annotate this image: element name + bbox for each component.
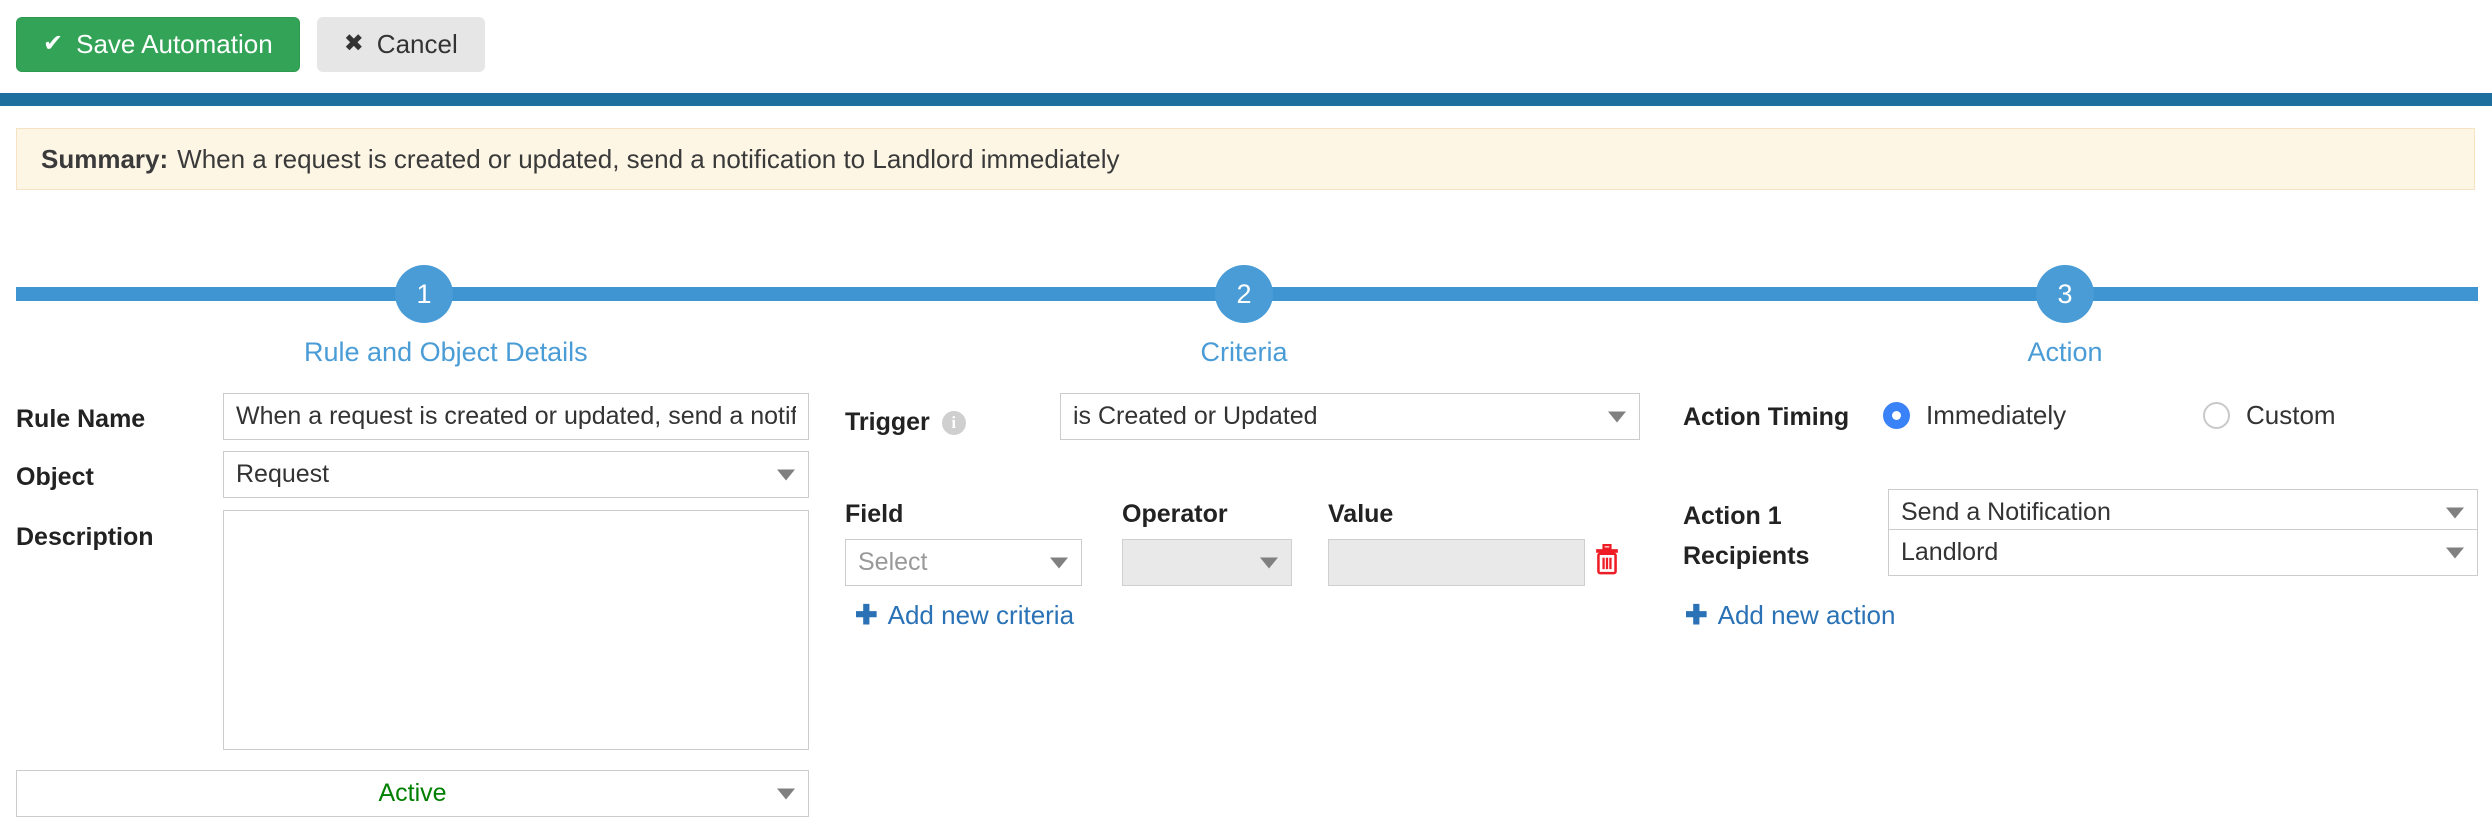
radio-immediately-label: Immediately <box>1926 400 2066 431</box>
step-2-number: 2 <box>1215 265 1273 323</box>
chevron-down-icon <box>2446 507 2464 518</box>
action-1-value: Send a Notification <box>1901 498 2465 527</box>
step-1-number: 1 <box>395 265 453 323</box>
radio-icon-selected <box>1883 402 1910 429</box>
trigger-label: Trigger i <box>845 408 966 437</box>
object-select[interactable]: Request <box>223 451 809 498</box>
save-automation-button[interactable]: ✔ Save Automation <box>16 17 300 72</box>
trash-icon[interactable] <box>1593 544 1621 576</box>
trigger-label-text: Trigger <box>845 408 930 437</box>
cancel-button[interactable]: ✖ Cancel <box>317 17 485 72</box>
object-value: Request <box>236 460 796 489</box>
step-criteria[interactable]: 2 Criteria <box>1124 255 1364 368</box>
chevron-down-icon <box>1608 411 1626 422</box>
chevron-down-icon <box>1050 557 1068 568</box>
criteria-column-field: Field <box>845 500 903 529</box>
summary-text: When a request is created or updated, se… <box>177 144 1119 175</box>
description-label: Description <box>16 523 154 552</box>
criteria-operator-select[interactable] <box>1122 539 1292 586</box>
summary-label: Summary: <box>41 144 168 175</box>
plus-icon: ✚ <box>1685 602 1708 629</box>
criteria-value-input[interactable] <box>1328 539 1585 586</box>
cancel-label: Cancel <box>377 31 458 57</box>
info-icon[interactable]: i <box>942 411 966 435</box>
action-timing-label: Action Timing <box>1683 403 1849 432</box>
check-icon: ✔ <box>43 32 63 56</box>
step-2-label: Criteria <box>1124 337 1364 368</box>
header-divider <box>0 93 2492 106</box>
add-new-action-link[interactable]: ✚ Add new action <box>1685 600 1895 631</box>
chevron-down-icon <box>1260 557 1278 568</box>
description-textarea[interactable] <box>223 510 809 750</box>
recipients-label: Recipients <box>1683 542 1809 571</box>
criteria-field-placeholder: Select <box>858 548 1069 577</box>
rule-name-input[interactable]: When a request is created or updated, se… <box>223 393 809 440</box>
object-label: Object <box>16 463 94 492</box>
save-automation-label: Save Automation <box>76 31 273 57</box>
action-1-label: Action 1 <box>1683 502 1782 531</box>
status-select[interactable]: Active <box>16 770 809 817</box>
radio-custom-label: Custom <box>2246 400 2336 431</box>
trigger-select[interactable]: is Created or Updated <box>1060 393 1640 440</box>
step-3-number: 3 <box>2036 265 2094 323</box>
radio-icon-unselected <box>2203 402 2230 429</box>
step-action[interactable]: 3 Action <box>1945 255 2185 368</box>
rule-name-label: Rule Name <box>16 405 145 434</box>
status-value: Active <box>29 779 796 808</box>
criteria-column-value: Value <box>1328 500 1393 529</box>
criteria-column-operator: Operator <box>1122 500 1228 529</box>
trigger-value: is Created or Updated <box>1073 402 1627 431</box>
stepper: 1 Rule and Object Details 2 Criteria 3 A… <box>0 255 2492 375</box>
recipients-value: Landlord <box>1901 538 2465 567</box>
add-new-action-label: Add new action <box>1718 600 1896 631</box>
radio-action-timing-immediately[interactable]: Immediately <box>1883 400 2066 431</box>
add-new-criteria-label: Add new criteria <box>888 600 1074 631</box>
add-new-criteria-link[interactable]: ✚ Add new criteria <box>855 600 1074 631</box>
chevron-down-icon <box>2446 547 2464 558</box>
chevron-down-icon <box>777 788 795 799</box>
radio-action-timing-custom[interactable]: Custom <box>2203 400 2336 431</box>
step-3-label: Action <box>1945 337 2185 368</box>
plus-icon: ✚ <box>855 602 878 629</box>
step-1-label: Rule and Object Details <box>304 337 544 368</box>
recipients-select[interactable]: Landlord <box>1888 529 2478 576</box>
summary-banner: Summary: When a request is created or up… <box>16 128 2475 190</box>
criteria-field-select[interactable]: Select <box>845 539 1082 586</box>
toolbar: ✔ Save Automation ✖ Cancel <box>0 0 2492 88</box>
rule-name-value: When a request is created or updated, se… <box>236 402 796 431</box>
step-rule-and-object-details[interactable]: 1 Rule and Object Details <box>304 255 544 368</box>
chevron-down-icon <box>777 469 795 480</box>
close-icon: ✖ <box>344 32 364 56</box>
